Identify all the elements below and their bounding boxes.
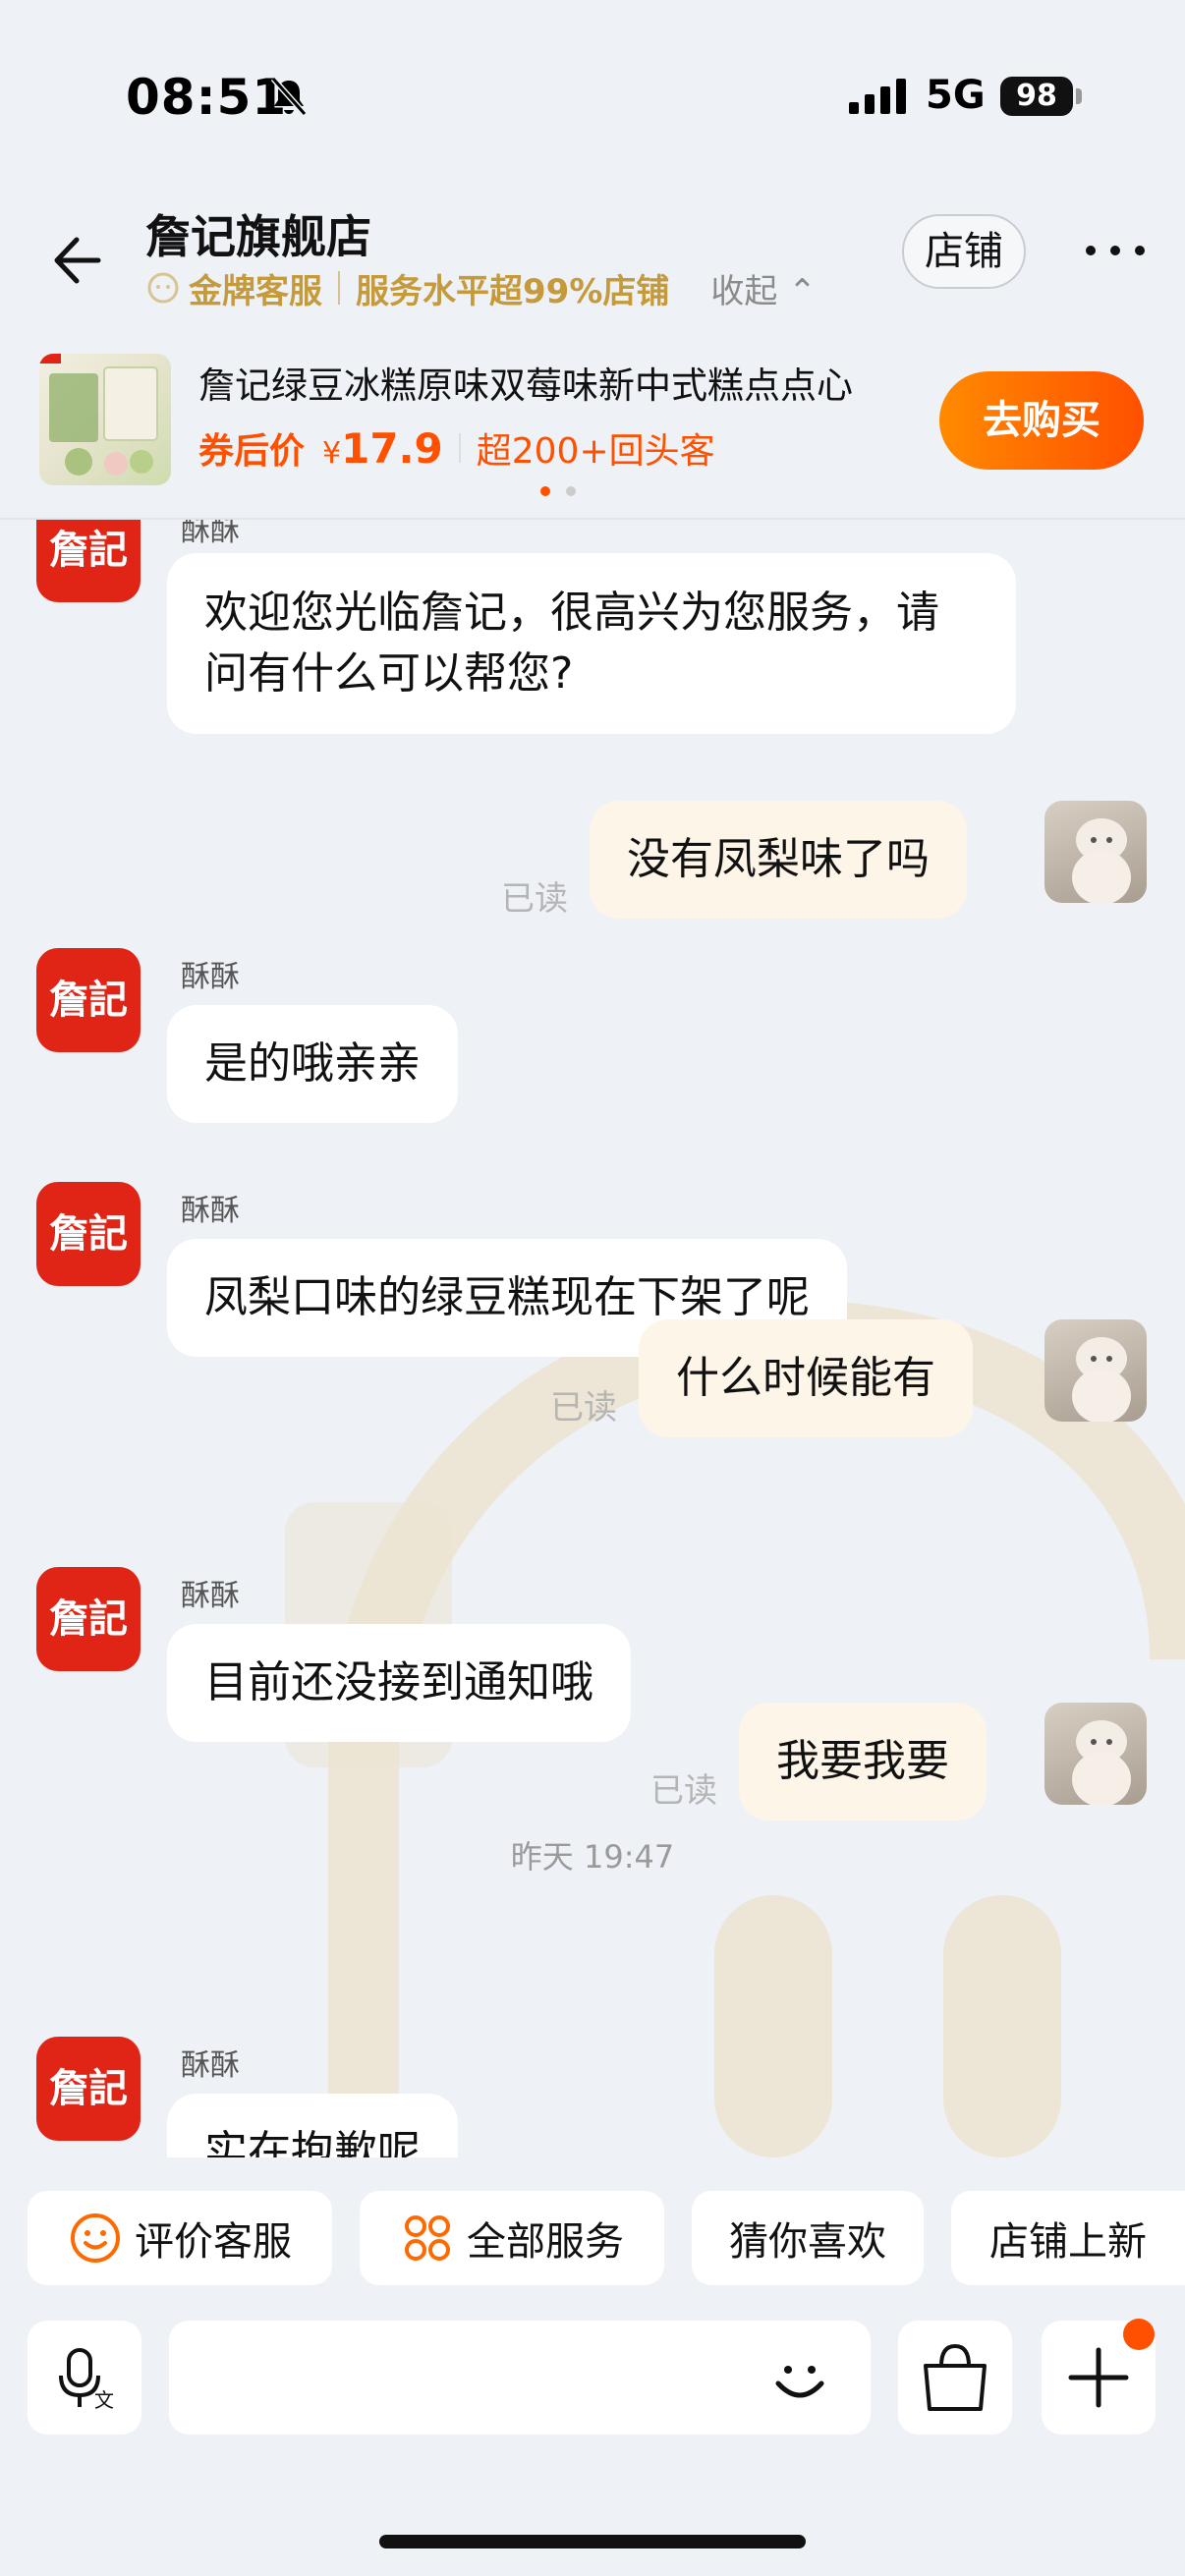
service-badge: 金牌客服 [189,271,322,311]
service-info-row: 金牌客服 服务水平超99%店铺 收起 ⌃ [145,263,817,312]
chat-bubble-user[interactable]: 什么时候能有 [639,1319,973,1437]
carousel-dot-active [540,486,550,496]
chat-bubble-user[interactable]: 没有凤梨味了吗 [590,801,967,919]
time-stamp: 昨天 19:47 [510,1838,675,1876]
cat-photo-icon [1072,1720,1131,1805]
svg-text:文: 文 [94,2388,114,2412]
divider [338,271,340,305]
chat-bubble-user[interactable]: 我要我要 [739,1703,987,1820]
battery-tip [1076,88,1082,104]
sender-name: 酥酥 [181,1579,240,1613]
more-icon[interactable] [1081,241,1150,260]
product-image-icon [39,354,158,476]
sender-name: 酥酥 [181,1194,240,1228]
shopping-bag-button[interactable] [898,2321,1012,2435]
shop-avatar[interactable]: 詹記 [36,948,141,1052]
voice-button[interactable]: 文 [28,2321,141,2435]
collapse-toggle[interactable]: 收起 ⌃ [710,264,816,312]
home-indicator[interactable] [379,2535,806,2548]
rate-service-button[interactable]: 评价客服 [28,2191,332,2285]
medal-icon [147,272,179,304]
product-price: 17.9 [341,424,443,473]
guess-you-like-button[interactable]: 猜你喜欢 [692,2191,924,2285]
shop-avatar[interactable]: 詹記 [36,1567,141,1671]
user-avatar[interactable] [1044,1703,1147,1805]
divider [458,433,461,463]
read-receipt: 已读 [501,879,568,919]
status-time: 08:51 [126,69,288,126]
sender-name: 酥酥 [181,2048,240,2083]
shop-avatar[interactable]: 詹記 [36,520,141,602]
smile-icon [71,2213,120,2263]
network-label: 5G [926,73,986,118]
returning-customers: 超200+回头客 [476,431,715,472]
sender-name: 酥酥 [181,960,240,994]
quick-actions: 评价客服 全部服务 猜你喜欢 店铺上新 [0,2191,1185,2285]
service-level: 服务水平超99%店铺 [356,271,670,311]
sender-name: 酥酥 [181,520,240,548]
battery-indicator: 98 [1000,77,1073,116]
product-name[interactable]: 詹记绿豆冰糕原味双莓味新中式糕点点心 [198,356,945,409]
product-thumbnail[interactable] [39,354,171,485]
read-receipt: 已读 [550,1388,617,1428]
user-avatar[interactable] [1044,801,1147,903]
chat-bubble-shop[interactable]: 实在抱歉呢 [167,2094,458,2157]
signal-icon [849,79,906,114]
quick-action-label: 店铺上新 [989,2219,1147,2265]
carousel-dots [540,486,576,496]
cat-photo-icon [1072,1337,1131,1422]
shop-title: 詹记旗舰店 [145,210,371,263]
product-card[interactable]: 詹记绿豆冰糕原味双莓味新中式糕点点心 券后价 ¥ 17.9 超200+回头客 去… [0,334,1185,506]
chevron-up-icon: ⌃ [788,271,817,311]
chat-area[interactable]: 酥酥 詹記 欢迎您光临詹记，很高兴为您服务，请问有什么可以帮您? 已读 没有凤梨… [0,520,1185,2157]
coupon-price-label: 券后价 [198,431,306,472]
user-avatar[interactable] [1044,1319,1147,1422]
store-new-button[interactable]: 店铺上新 [951,2191,1185,2285]
collapse-label: 收起 [710,271,778,311]
currency-symbol: ¥ [322,436,342,471]
chat-bubble-shop[interactable]: 是的哦亲亲 [167,1005,458,1123]
carousel-dot [566,486,576,496]
quick-action-label: 评价客服 [135,2219,292,2265]
chat-bubble-shop[interactable]: 欢迎您光临詹记，很高兴为您服务，请问有什么可以帮您? [167,553,1016,734]
chat-bubble-shop[interactable]: 目前还没接到通知哦 [167,1624,631,1742]
emoji-icon[interactable] [764,2344,835,2415]
all-services-button[interactable]: 全部服务 [360,2191,664,2285]
quick-action-label: 猜你喜欢 [729,2219,886,2265]
shop-avatar[interactable]: 詹記 [36,1182,141,1286]
shopping-bag-icon [924,2343,987,2411]
buy-button[interactable]: 去购买 [939,371,1144,470]
status-bar: 08:51 5G 98 [0,0,1185,187]
input-bar: 文 [0,2321,1185,2435]
store-button[interactable]: 店铺 [902,214,1026,289]
grid-icon [405,2215,450,2261]
price-row: 券后价 ¥ 17.9 超200+回头客 [198,422,715,474]
quick-action-label: 全部服务 [467,2219,624,2265]
back-arrow-icon[interactable] [39,226,108,295]
microphone-icon: 文 [59,2348,114,2412]
bell-muted-icon [270,77,308,116]
notification-dot [1123,2319,1155,2350]
read-receipt: 已读 [650,1771,717,1811]
shop-avatar[interactable]: 詹記 [36,2037,141,2141]
cat-photo-icon [1072,818,1131,903]
